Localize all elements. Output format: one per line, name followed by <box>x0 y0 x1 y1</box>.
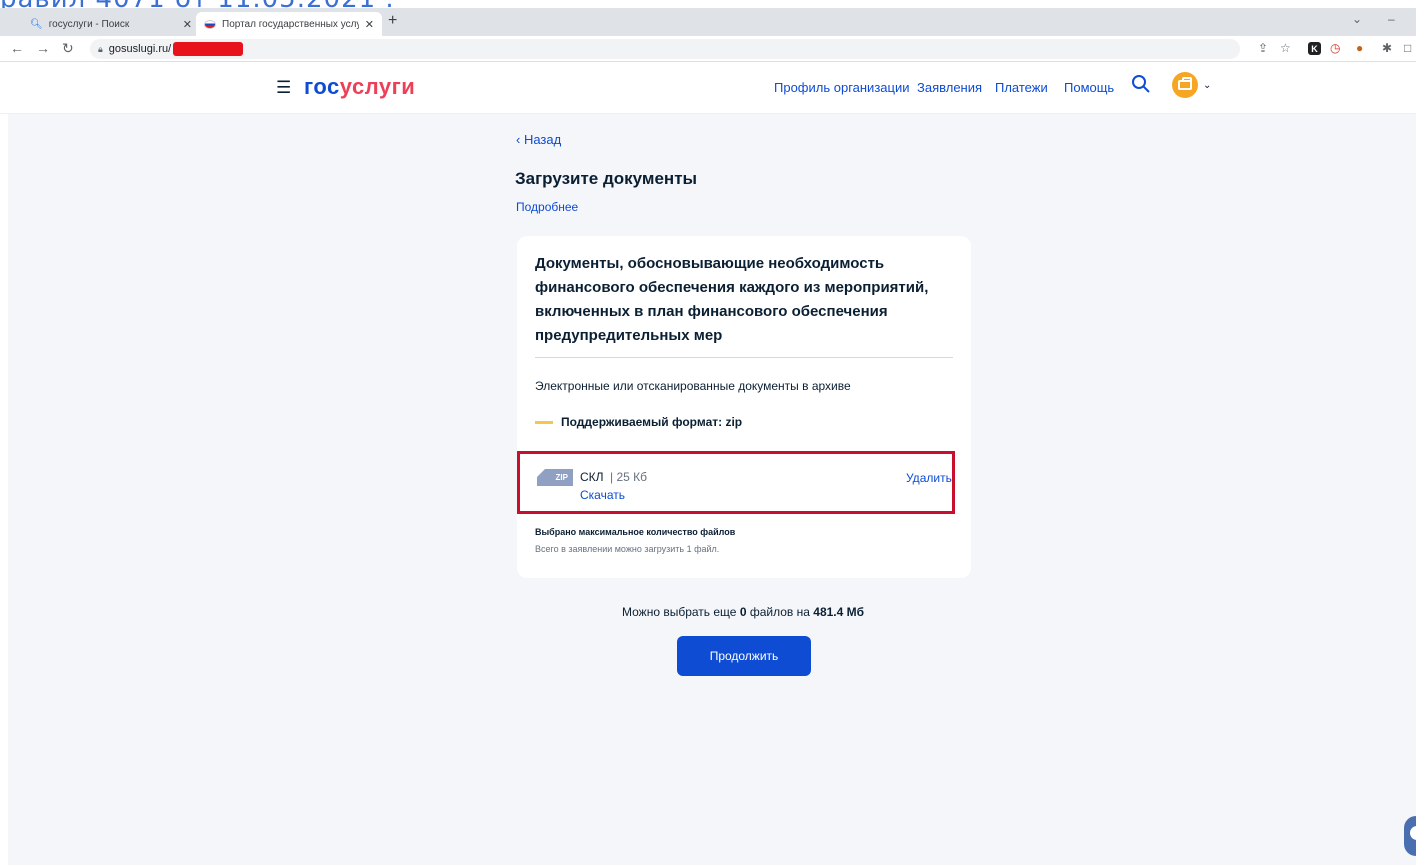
max-files-title: Выбрано максимальное количество файлов <box>535 527 736 537</box>
reload-icon[interactable]: ↻ <box>62 40 74 57</box>
briefcase-icon <box>1178 77 1192 90</box>
chat-assistant-icon[interactable] <box>1404 816 1416 856</box>
format-label: Поддерживаемый формат: zip <box>561 415 743 429</box>
share-icon[interactable]: ⇪ <box>1258 41 1268 55</box>
back-arrow-icon[interactable]: ← <box>10 40 24 56</box>
supported-format-note: Поддерживаемый формат: zip <box>535 415 742 429</box>
tab-label: госуслуги - Поиск <box>48 18 130 30</box>
search-icon: 🔍︎ <box>30 18 43 30</box>
more-info-link[interactable]: Подробнее <box>516 200 578 214</box>
close-icon[interactable]: ✕ <box>365 18 374 31</box>
remaining-count: 0 <box>739 605 747 619</box>
delete-file-link[interactable]: Удалить <box>906 471 952 485</box>
browser-tab-search[interactable]: 🔍︎ госуслуги - Поиск ✕ <box>22 12 200 36</box>
file-name: СКЛ <box>580 470 604 484</box>
continue-button[interactable]: Продолжить <box>677 636 811 676</box>
russia-flag-icon <box>204 19 216 29</box>
remaining-prefix: Можно выбрать еще <box>622 605 737 619</box>
url-text: gosuslugi.ru/ <box>108 43 172 55</box>
browser-tab-bar: 🔍︎ госуслуги - Поиск ✕ Портал государств… <box>0 8 1416 36</box>
divider <box>535 357 953 358</box>
puzzle-icon[interactable]: ✱ <box>1382 41 1392 55</box>
remaining-mid: файлов на <box>749 605 810 619</box>
close-icon[interactable]: ✕ <box>183 18 192 31</box>
chevron-down-icon[interactable]: ⌄ <box>1203 80 1211 91</box>
browser-address-bar: ← → ↻ 🔒︎ gosuslugi.ru/ ⇪ ☆ K ◷ ● ✱ □ <box>0 36 1416 62</box>
nav-payments[interactable]: Платежи <box>995 80 1048 95</box>
format-dash-icon <box>535 420 553 424</box>
logo-part-uslugi: услуги <box>339 74 416 99</box>
overlay-text: равил 4071 от 11.05.2021 . <box>0 0 395 8</box>
lock-icon: 🔒︎ <box>98 43 103 54</box>
chevron-down-icon[interactable]: ⌄ <box>1352 12 1362 26</box>
nav-applications[interactable]: Заявления <box>917 80 982 95</box>
minimize-icon[interactable]: – <box>1388 12 1395 26</box>
download-link[interactable]: Скачать <box>580 488 625 502</box>
gosuslugi-logo[interactable]: госуслуги <box>304 74 415 100</box>
site-header: ☰ госуслуги Профиль организации Заявлени… <box>0 62 1416 114</box>
extension-k-icon[interactable]: K <box>1308 42 1321 55</box>
document-description: Электронные или отсканированные документ… <box>535 379 851 393</box>
remaining-files-info: Можно выбрать еще 0 файлов на 481.4 Мб <box>622 605 864 619</box>
remaining-size: 481.4 Мб <box>813 605 865 619</box>
back-link[interactable]: ‹ Назад <box>516 132 561 147</box>
nav-help[interactable]: Помощь <box>1064 80 1114 95</box>
logo-part-gos: гос <box>304 74 340 99</box>
url-input[interactable]: 🔒︎ gosuslugi.ru/ <box>90 39 1240 59</box>
max-files-subtext: Всего в заявлении можно загрузить 1 файл… <box>535 544 720 554</box>
star-icon[interactable]: ☆ <box>1280 41 1291 55</box>
browser-tab-gosuslugi[interactable]: Портал государственных услуг ✕ <box>196 12 382 36</box>
extension-clock-icon[interactable]: ◷ <box>1330 41 1340 55</box>
tab-label: Портал государственных услуг <box>222 18 359 30</box>
document-section-title: Документы, обосновывающие необходимость … <box>535 255 929 344</box>
organization-avatar[interactable] <box>1172 72 1198 98</box>
zip-file-icon: ZIP <box>537 469 573 486</box>
nav-organization-profile[interactable]: Профиль организации <box>774 80 909 95</box>
extension-avatar-icon[interactable]: ● <box>1356 41 1363 55</box>
overlay-text-strip: равил 4071 от 11.05.2021 . <box>0 0 1416 8</box>
menu-icon[interactable]: ☰ <box>276 78 291 98</box>
uploaded-file-highlight: ZIP СКЛ | 25 Кб Скачать Удалить <box>517 451 955 514</box>
sidepanel-icon[interactable]: □ <box>1404 41 1411 55</box>
zip-badge-label: ZIP <box>555 473 568 482</box>
search-icon[interactable] <box>1131 74 1151 94</box>
forward-arrow-icon[interactable]: → <box>36 40 50 56</box>
new-tab-button[interactable]: + <box>388 12 397 30</box>
file-size: | 25 Кб <box>610 470 647 484</box>
page-title: Загрузите документы <box>515 169 698 188</box>
redaction-mark <box>173 42 244 56</box>
upload-card: Документы, обосновывающие необходимость … <box>517 236 971 578</box>
